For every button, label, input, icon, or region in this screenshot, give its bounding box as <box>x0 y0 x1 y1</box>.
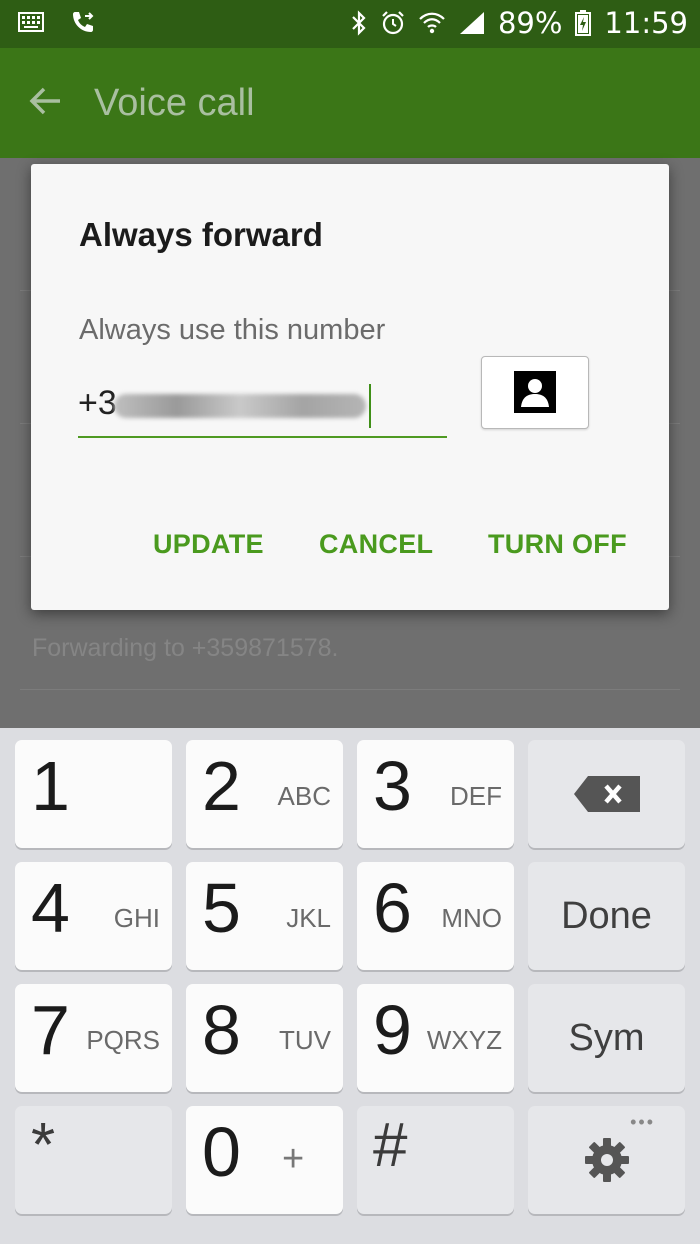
alarm-icon <box>380 10 406 36</box>
key-hash[interactable]: # <box>357 1106 514 1214</box>
clock: 11:59 <box>604 6 688 40</box>
key-letters: PQRS <box>86 1025 160 1055</box>
key-8[interactable]: 8 TUV <box>186 984 343 1092</box>
key-digit: 1 <box>31 747 70 825</box>
key-letters: MNO <box>441 903 502 933</box>
dialog-title: Always forward <box>79 216 323 253</box>
bluetooth-icon <box>350 10 368 36</box>
key-1[interactable]: 1 <box>15 740 172 848</box>
key-digit: 2 <box>202 747 241 825</box>
sym-key[interactable]: Sym <box>528 984 685 1092</box>
key-digit: * <box>31 1111 56 1180</box>
backspace-icon <box>528 740 685 848</box>
text-cursor <box>369 384 371 428</box>
always-forward-dialog: Always forward Always use this number +3… <box>31 164 669 610</box>
key-digit: 6 <box>373 869 412 947</box>
key-letters: TUV <box>279 1025 331 1055</box>
dialog-actions: UPDATE CANCEL TURN OFF <box>31 529 669 569</box>
battery-icon <box>574 9 592 37</box>
backspace-key[interactable] <box>528 740 685 848</box>
divider <box>20 689 680 690</box>
arrow-back-icon[interactable] <box>28 83 64 124</box>
key-letters: WXYZ <box>426 1025 502 1055</box>
signal-icon <box>458 10 486 36</box>
key-digit: 4 <box>31 869 70 947</box>
sym-label: Sym <box>568 1016 645 1059</box>
numeric-keyboard: 1 2 ABC 3 DEF 4 GHI 5 JKL 6 MNO Done 7 P… <box>0 728 700 1244</box>
contact-picker-button[interactable] <box>481 356 589 429</box>
update-button[interactable]: UPDATE <box>153 529 264 560</box>
list-item-subtitle: Forwarding to +359871578. <box>32 634 339 662</box>
done-key[interactable]: Done <box>528 862 685 970</box>
key-digit: 5 <box>202 869 241 947</box>
app-bar: Voice call <box>0 48 700 158</box>
key-digit: 0 <box>202 1113 241 1191</box>
cancel-button[interactable]: CANCEL <box>319 529 433 560</box>
key-digit: 7 <box>31 991 70 1069</box>
key-4[interactable]: 4 GHI <box>15 862 172 970</box>
gear-icon <box>528 1106 685 1214</box>
settings-key[interactable]: ••• <box>528 1106 685 1214</box>
key-letters: ABC <box>277 781 331 811</box>
phone-number-input[interactable]: +3 <box>78 382 447 438</box>
dialog-label: Always use this number <box>79 314 386 346</box>
redacted-number <box>114 394 366 418</box>
call-forward-icon <box>70 9 96 40</box>
key-digit: 3 <box>373 747 412 825</box>
key-digit: # <box>373 1111 408 1180</box>
key-0[interactable]: 0 + <box>186 1106 343 1214</box>
key-letters: + <box>282 1138 305 1180</box>
key-star[interactable]: * <box>15 1106 172 1214</box>
key-letters: JKL <box>286 903 331 933</box>
phone-number-prefix: +3 <box>78 384 117 422</box>
key-3[interactable]: 3 DEF <box>357 740 514 848</box>
key-digit: 9 <box>373 991 412 1069</box>
keyboard-icon <box>18 12 44 37</box>
page-title: Voice call <box>94 82 255 124</box>
key-6[interactable]: 6 MNO <box>357 862 514 970</box>
done-label: Done <box>561 894 652 937</box>
key-letters: GHI <box>113 903 160 933</box>
status-bar: 89% 11:59 <box>0 0 700 48</box>
turn-off-button[interactable]: TURN OFF <box>488 529 627 560</box>
key-5[interactable]: 5 JKL <box>186 862 343 970</box>
key-7[interactable]: 7 PQRS <box>15 984 172 1092</box>
battery-percent: 89% <box>497 6 563 40</box>
key-9[interactable]: 9 WXYZ <box>357 984 514 1092</box>
key-digit: 8 <box>202 991 241 1069</box>
key-2[interactable]: 2 ABC <box>186 740 343 848</box>
key-letters: DEF <box>450 781 502 811</box>
wifi-icon <box>418 10 446 36</box>
